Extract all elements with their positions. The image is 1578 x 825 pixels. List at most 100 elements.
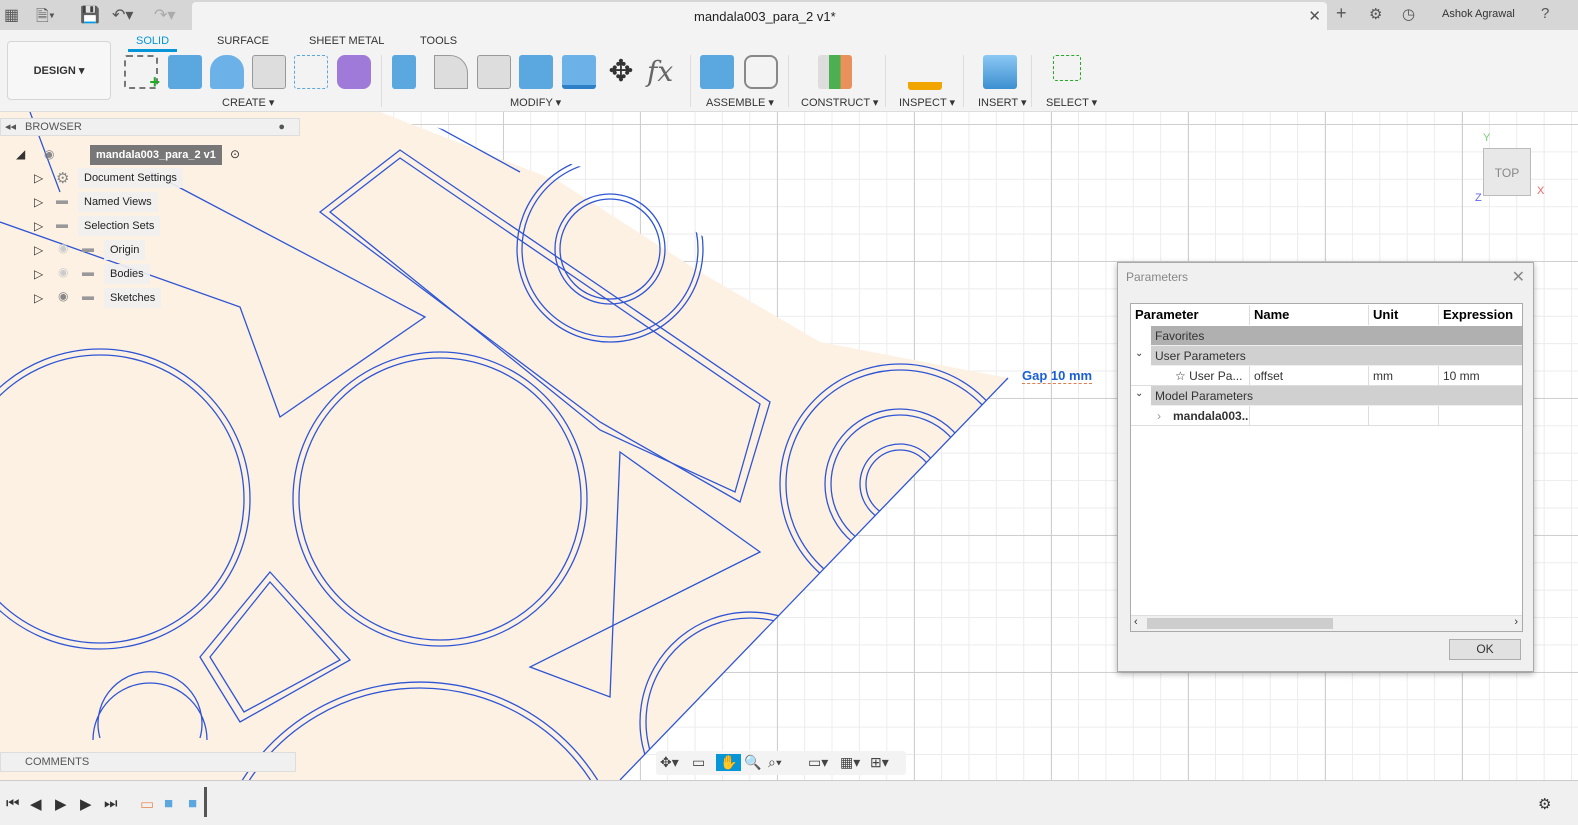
gap-dimension[interactable]: Gap 10 mm (1022, 368, 1093, 384)
create-menu[interactable]: CREATE ▾ (222, 96, 274, 109)
redo-icon[interactable]: ↷▾ (154, 5, 175, 25)
tab-tools[interactable]: TOOLS (420, 35, 457, 47)
measure-icon[interactable] (908, 68, 942, 90)
unit-cell[interactable]: mm (1369, 366, 1439, 386)
construct-menu[interactable]: CONSTRUCT ▾ (801, 96, 878, 109)
column-unit[interactable]: Unit (1369, 305, 1439, 325)
expand-icon[interactable]: ▷ (34, 291, 43, 305)
assemble-menu[interactable]: ASSEMBLE ▾ (706, 96, 774, 109)
zoom-icon[interactable]: 🔍 (744, 754, 761, 771)
orbit-icon[interactable]: ✥▾ (660, 754, 679, 771)
hidden-eye-icon[interactable]: ◉ (58, 265, 68, 279)
group-user-parameters[interactable]: User Parameters (1151, 346, 1522, 366)
scrollbar-thumb[interactable] (1147, 618, 1333, 629)
chevron-right-icon[interactable]: › (1157, 406, 1161, 426)
go-to-start-icon[interactable]: ⏮ (6, 795, 20, 812)
new-tab-icon[interactable]: + (1336, 3, 1347, 24)
move-icon[interactable]: ✥ (604, 55, 638, 89)
scroll-right-icon[interactable]: › (1514, 616, 1518, 628)
expression-cell[interactable]: 10 mm (1439, 366, 1522, 386)
viewcube[interactable]: TOP (1483, 148, 1531, 196)
scroll-left-icon[interactable]: ‹ (1134, 616, 1138, 628)
timeline-extrude-icon[interactable]: ■ (188, 795, 197, 812)
job-status-icon[interactable]: ◷ (1402, 5, 1415, 23)
browser-item-named-views[interactable]: Named Views (78, 192, 158, 212)
chevron-down-icon[interactable]: ⌄ (1135, 388, 1143, 399)
pattern-icon[interactable] (294, 55, 328, 89)
hidden-eye-icon[interactable]: ◉ (58, 241, 68, 255)
visibility-eye-icon[interactable]: ◉ (58, 289, 68, 303)
combine-icon[interactable] (519, 55, 553, 89)
modify-menu[interactable]: MODIFY ▾ (510, 96, 561, 109)
browser-item-selection-sets[interactable]: Selection Sets (78, 216, 161, 236)
tab-sheet-metal[interactable]: SHEET METAL (309, 35, 384, 47)
timeline-sketch-icon[interactable]: ▭ (140, 795, 154, 813)
timeline-marker[interactable] (204, 787, 207, 817)
expand-icon[interactable]: ▷ (34, 171, 43, 185)
joint-icon[interactable] (744, 55, 778, 89)
step-forward-icon[interactable]: ▶ (80, 795, 92, 813)
hole-icon[interactable] (252, 55, 286, 89)
browser-item-document-settings[interactable]: Document Settings (78, 168, 183, 188)
collapse-icon[interactable]: ◂◂ (5, 119, 16, 136)
shell-icon[interactable] (477, 55, 511, 89)
grid-settings-icon[interactable]: ▦▾ (840, 754, 860, 771)
column-expression[interactable]: Expression (1439, 305, 1522, 325)
browser-item-sketches[interactable]: Sketches (104, 288, 162, 308)
name-cell[interactable]: offset (1250, 366, 1369, 386)
ok-button[interactable]: OK (1449, 639, 1521, 660)
apps-grid-icon[interactable]: ▦ (4, 5, 19, 25)
table-row[interactable]: ☆ User Pa... offset mm 10 mm (1131, 366, 1522, 386)
expand-icon[interactable]: ▷ (34, 267, 43, 281)
select-window-icon[interactable] (1053, 55, 1081, 81)
close-tab-icon[interactable]: ✕ (1308, 7, 1321, 25)
create-form-icon[interactable] (337, 55, 371, 89)
viewcube-face[interactable]: TOP (1495, 166, 1519, 180)
table-row[interactable]: › mandala003... (1131, 406, 1522, 426)
play-icon[interactable]: ▶ (55, 795, 67, 813)
favorite-star-icon[interactable]: ☆ (1175, 369, 1189, 383)
insert-menu[interactable]: INSERT ▾ (978, 96, 1027, 109)
column-name[interactable]: Name (1250, 305, 1369, 325)
revolve-icon[interactable] (210, 55, 244, 89)
browser-item-origin[interactable]: Origin (104, 240, 146, 260)
pan-icon[interactable]: ✋ (716, 754, 742, 771)
select-menu[interactable]: SELECT ▾ (1046, 96, 1097, 109)
expand-icon[interactable]: ▷ (34, 243, 43, 257)
look-at-icon[interactable]: ▭ (692, 754, 705, 771)
save-icon[interactable]: 💾 (80, 5, 100, 25)
collapse-root-icon[interactable]: ◢ (16, 147, 25, 161)
column-parameter[interactable]: Parameter (1131, 305, 1250, 325)
timeline-extrude-icon[interactable]: ■ (164, 795, 173, 812)
new-component-icon[interactable] (700, 55, 734, 89)
expand-icon[interactable]: ▷ (34, 219, 43, 233)
parameters-fx-icon[interactable]: fx (647, 55, 681, 89)
go-to-end-icon[interactable]: ⏭ (104, 795, 118, 812)
visibility-eye-icon[interactable]: ◉ (44, 147, 54, 161)
step-back-icon[interactable]: ◀ (30, 795, 42, 813)
inspect-menu[interactable]: INSPECT ▾ (899, 96, 955, 109)
create-sketch-icon[interactable]: + (124, 55, 160, 92)
press-pull-icon[interactable] (392, 55, 416, 89)
pin-icon[interactable]: ● (278, 119, 285, 136)
extensions-icon[interactable]: ⚙ (1369, 5, 1382, 23)
split-body-icon[interactable] (562, 55, 596, 89)
browser-item-bodies[interactable]: Bodies (104, 264, 150, 284)
comments-panel[interactable]: COMMENTS (0, 752, 296, 772)
browser-root[interactable]: mandala003_para_2 v1 (90, 145, 222, 165)
tab-surface[interactable]: SURFACE (217, 35, 269, 47)
extrude-icon[interactable] (168, 55, 202, 89)
file-menu-icon[interactable]: 🗎▾ (36, 5, 55, 32)
activate-icon[interactable]: ⊙ (230, 147, 240, 161)
close-dialog-icon[interactable]: ✕ (1512, 267, 1525, 287)
timeline-settings-icon[interactable]: ⚙ (1538, 795, 1551, 813)
insert-image-icon[interactable] (983, 55, 1017, 89)
user-name[interactable]: Ashok Agrawal (1442, 8, 1515, 20)
undo-icon[interactable]: ↶▾ (112, 5, 133, 25)
display-settings-icon[interactable]: ▭▾ (808, 754, 828, 771)
fit-icon[interactable]: ⌕▾ (768, 754, 782, 771)
horizontal-scrollbar[interactable]: ‹ › (1131, 615, 1522, 631)
offset-plane-icon[interactable] (818, 55, 852, 89)
group-model-parameters[interactable]: Model Parameters (1151, 386, 1522, 406)
workspace-switcher[interactable]: DESIGN ▾ (7, 41, 111, 100)
